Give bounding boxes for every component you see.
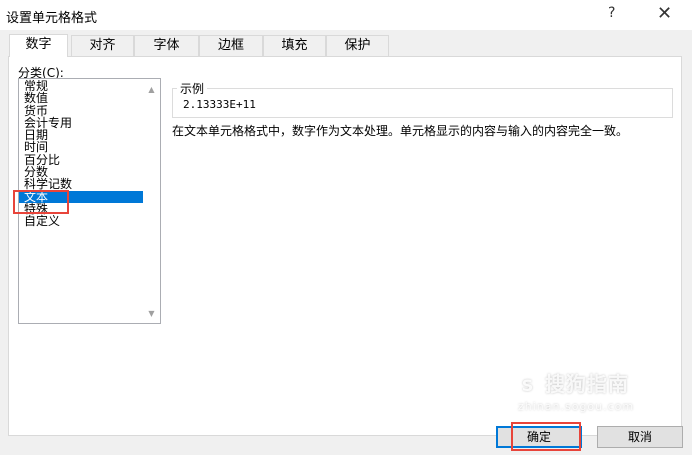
dialog-title: 设置单元格格式 bbox=[6, 11, 98, 26]
category-item-custom[interactable]: 自定义 bbox=[19, 215, 143, 228]
dialog-client: 数字 对齐 字体 边框 填充 保护 分类(C): 常规 数值 货币 会计专用 日… bbox=[0, 30, 692, 455]
category-list: 常规 数值 货币 会计专用 日期 时间 百分比 分数 科学记数 文本 特殊 自定… bbox=[19, 80, 143, 228]
help-button[interactable]: ? bbox=[608, 5, 615, 21]
sample-value: 2.13333E+11 bbox=[183, 98, 256, 111]
tab-number[interactable]: 数字 bbox=[9, 34, 68, 57]
category-item-number[interactable]: 数值 bbox=[19, 92, 143, 105]
tab-border[interactable]: 边框 bbox=[199, 35, 263, 56]
category-listbox[interactable]: 常规 数值 货币 会计专用 日期 时间 百分比 分数 科学记数 文本 特殊 自定… bbox=[18, 78, 161, 324]
tab-protection[interactable]: 保护 bbox=[326, 35, 389, 56]
format-description: 在文本单元格格式中，数字作为文本处理。单元格显示的内容与输入的内容完全一致。 bbox=[172, 124, 629, 138]
sample-legend: 示例 bbox=[177, 80, 208, 97]
category-item-time[interactable]: 时间 bbox=[19, 141, 143, 154]
close-button[interactable]: ✕ bbox=[657, 3, 672, 24]
tab-alignment[interactable]: 对齐 bbox=[71, 35, 134, 56]
category-scrollbar[interactable]: ▲ ▼ bbox=[143, 79, 160, 323]
tab-fill[interactable]: 填充 bbox=[263, 35, 326, 56]
chevron-down-icon[interactable]: ▼ bbox=[143, 305, 160, 322]
category-item-scientific[interactable]: 科学记数 bbox=[19, 178, 143, 191]
title-bar: 设置单元格格式 ? ✕ bbox=[0, 0, 692, 30]
watermark-brand: S 搜狗指南 bbox=[515, 368, 629, 399]
watermark-url: zhinan.sogou.com bbox=[518, 400, 635, 413]
tab-font[interactable]: 字体 bbox=[134, 35, 199, 56]
chevron-up-icon[interactable]: ▲ bbox=[143, 81, 160, 98]
sogou-logo-icon: S bbox=[515, 372, 541, 399]
ok-button[interactable]: 确定 bbox=[496, 426, 582, 448]
cancel-button[interactable]: 取消 bbox=[597, 426, 683, 448]
